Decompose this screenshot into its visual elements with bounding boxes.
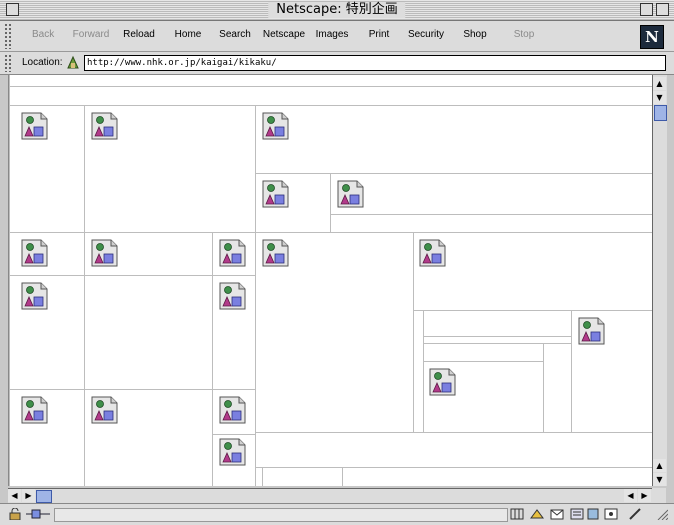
broken-image-icon (21, 396, 48, 424)
frame-divider (9, 75, 10, 486)
resize-grip-icon[interactable] (654, 508, 668, 520)
broken-image-icon (219, 239, 246, 267)
broken-image-icon (262, 239, 289, 267)
composer-icon[interactable] (604, 508, 618, 520)
broken-image-icon (262, 180, 289, 208)
frame-divider (571, 310, 572, 432)
page-content (8, 75, 653, 486)
broken-image-icon (219, 396, 246, 424)
frame-divider (423, 343, 571, 344)
back-button[interactable]: Back (32, 29, 54, 40)
frame-divider (9, 232, 653, 233)
scroll-up-arrow-icon[interactable]: ▲ (653, 77, 666, 90)
frame-divider (84, 105, 85, 486)
netscape-logo-icon[interactable]: N (640, 25, 664, 49)
vertical-scrollbar[interactable]: ▲ ▼ ▲ ▼ (652, 75, 667, 486)
collapse-box[interactable] (656, 3, 669, 16)
status-text (54, 508, 508, 522)
search-button[interactable]: Search (218, 29, 252, 40)
print-button[interactable]: Print (366, 29, 392, 40)
toolbar-grip[interactable] (4, 23, 12, 49)
url-input[interactable]: http://www.nhk.or.jp/kaigai/kikaku/ (84, 55, 666, 71)
frame-divider (413, 310, 653, 311)
horizontal-scroll-thumb[interactable] (36, 490, 52, 503)
broken-image-icon (91, 239, 118, 267)
frame-divider (262, 467, 263, 486)
broken-image-icon (419, 239, 446, 267)
grid-icon[interactable] (510, 508, 524, 520)
broken-image-icon (21, 282, 48, 310)
scroll-left-arrow-icon[interactable]: ◀ (624, 489, 637, 502)
frame-divider (330, 173, 331, 232)
scroll-down-arrow-icon[interactable]: ▼ (653, 473, 666, 486)
horizontal-scrollbar[interactable]: ◀ ▶ ◀ ▶ (8, 488, 652, 503)
security-button[interactable]: Security (406, 29, 446, 40)
frame-divider (255, 432, 653, 433)
mail-icon[interactable] (550, 508, 564, 520)
frame-divider (423, 310, 424, 432)
stop-button[interactable]: Stop (512, 29, 536, 40)
home-button[interactable]: Home (174, 29, 202, 40)
frame-divider (212, 434, 255, 435)
frame-divider (9, 389, 255, 390)
newsgroups-icon[interactable] (570, 508, 584, 520)
frame-divider (342, 467, 343, 486)
vertical-scroll-thumb[interactable] (654, 105, 667, 121)
frame-divider (423, 361, 543, 362)
broken-image-icon (91, 396, 118, 424)
lock-icon[interactable] (8, 508, 22, 520)
zoom-box[interactable] (640, 3, 653, 16)
frame-divider (255, 467, 653, 468)
frame-divider (330, 214, 653, 215)
broken-image-icon (262, 112, 289, 140)
location-grip[interactable] (4, 54, 12, 72)
window-title: Netscape: 特別企画 (268, 2, 406, 18)
status-bar (0, 503, 674, 525)
scroll-right-arrow-icon[interactable]: ▶ (22, 489, 35, 502)
close-box[interactable] (6, 3, 19, 16)
location-bar: Location: http://www.nhk.or.jp/kaigai/ki… (0, 52, 674, 75)
netscape-button[interactable]: Netscape (262, 29, 306, 40)
browser-window: Netscape: 特別企画 Back Forward Reload Home … (0, 0, 674, 525)
broken-image-icon (219, 438, 246, 466)
frame-divider (9, 105, 653, 106)
edit-pen-icon[interactable] (628, 508, 642, 520)
connection-icon (26, 509, 50, 519)
navigator-icon[interactable] (530, 508, 544, 520)
broken-image-icon (21, 239, 48, 267)
bookmark-icon[interactable] (66, 55, 80, 70)
scroll-corner (652, 488, 666, 503)
address-book-icon[interactable] (586, 508, 600, 520)
broken-image-icon (337, 180, 364, 208)
broken-image-icon (219, 282, 246, 310)
frame-divider (9, 86, 653, 87)
broken-image-icon (21, 112, 48, 140)
title-bar[interactable]: Netscape: 特別企画 (0, 0, 674, 21)
scroll-left-arrow-icon[interactable]: ◀ (8, 489, 21, 502)
scroll-up-arrow-icon[interactable]: ▲ (653, 459, 666, 472)
broken-image-icon (578, 317, 605, 345)
reload-button[interactable]: Reload (122, 29, 156, 40)
images-button[interactable]: Images (314, 29, 350, 40)
broken-image-icon (91, 112, 118, 140)
frame-divider (423, 336, 571, 337)
shop-button[interactable]: Shop (462, 29, 488, 40)
broken-image-icon (429, 368, 456, 396)
navigation-toolbar: Back Forward Reload Home Search Netscape… (0, 21, 674, 52)
frame-divider (255, 173, 653, 174)
scroll-right-arrow-icon[interactable]: ▶ (638, 489, 651, 502)
scroll-down-arrow-icon[interactable]: ▼ (653, 91, 666, 104)
frame-divider (212, 232, 213, 486)
forward-button[interactable]: Forward (70, 29, 112, 40)
frame-divider (9, 275, 255, 276)
location-label: Location: (22, 57, 63, 68)
frame-divider (255, 105, 256, 486)
frame-divider (543, 343, 544, 432)
frame-divider (413, 232, 414, 432)
